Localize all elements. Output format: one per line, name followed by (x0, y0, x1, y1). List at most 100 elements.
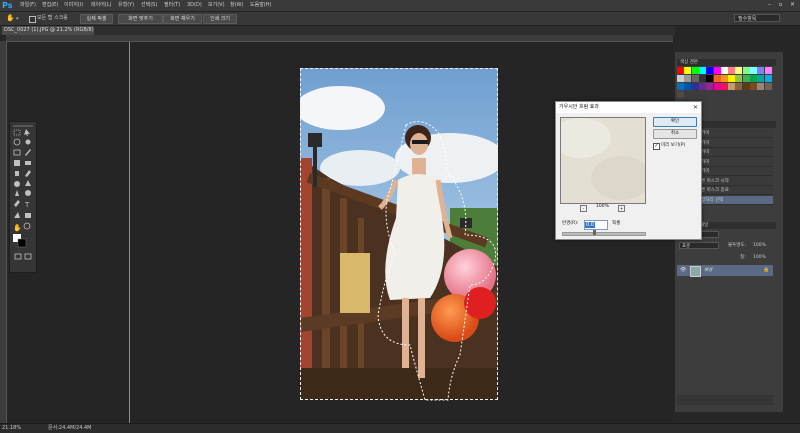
scroll-all-checkbox[interactable] (29, 16, 36, 23)
opacity-value[interactable]: 100% (753, 242, 766, 249)
swatch[interactable] (750, 75, 757, 82)
swatch[interactable] (684, 75, 692, 82)
close-icon[interactable]: ✕ (693, 102, 698, 113)
menu-layer[interactable]: 레이어(L) (91, 0, 112, 11)
swatch[interactable] (691, 83, 699, 90)
swatch[interactable] (764, 75, 772, 82)
swatch[interactable] (691, 67, 699, 74)
close-icon[interactable]: ✕ (788, 1, 797, 9)
swatches-panel-header[interactable]: 색상 견본 (677, 59, 776, 66)
ok-button[interactable]: 확인 (653, 117, 697, 127)
menu-view[interactable]: 보기(V) (208, 0, 225, 11)
swatch[interactable] (713, 67, 721, 74)
swatch[interactable] (728, 75, 736, 82)
swatch[interactable] (742, 83, 750, 90)
zoom-in-button[interactable]: + (618, 205, 625, 212)
swatch[interactable] (706, 75, 714, 82)
fill-value[interactable]: 100% (753, 254, 766, 261)
swatch[interactable] (742, 67, 750, 74)
swatch[interactable] (757, 67, 765, 74)
swatch[interactable] (720, 67, 728, 74)
swatch[interactable] (757, 83, 765, 90)
horizontal-ruler[interactable] (6, 35, 673, 42)
maximize-icon[interactable]: ▫ (776, 1, 785, 9)
swatch[interactable] (735, 83, 743, 90)
fit-screen-button[interactable]: 화면 맞추기 (118, 14, 163, 24)
hand-tool-icon[interactable]: ✋ (6, 14, 15, 22)
opacity-label: 불투명도: (728, 243, 747, 248)
tools-panel: T ✋ (9, 121, 37, 273)
swatch[interactable] (728, 83, 736, 90)
swatch[interactable] (728, 67, 736, 74)
minimize-icon[interactable]: – (765, 1, 774, 9)
tool-icons: T ✋ (13, 125, 33, 260)
actual-pixels-button[interactable]: 실제 픽셀 (80, 14, 113, 24)
swatch[interactable] (684, 67, 692, 74)
dialog-title: 가우시안 흐림 효과 (556, 102, 701, 113)
preview-texture (561, 118, 645, 203)
swatch[interactable] (684, 83, 692, 90)
swatch[interactable] (677, 67, 684, 74)
lock-icon: 🔒 (763, 267, 770, 273)
guide-line[interactable] (129, 42, 130, 423)
swatch[interactable] (713, 75, 721, 82)
tab-strip (0, 26, 675, 35)
menu-select[interactable]: 선택(S) (141, 0, 157, 11)
swatch[interactable] (735, 75, 743, 82)
swatch[interactable] (720, 75, 728, 82)
swatch[interactable] (742, 75, 750, 82)
print-size-button[interactable]: 인쇄 크기 (203, 14, 237, 24)
swatch[interactable] (677, 75, 684, 82)
radius-label: 반경(R): (562, 221, 579, 226)
document-tab[interactable]: DSC_0027 (1).JPG @ 21.2% (RGB/8) * (2, 26, 94, 35)
selection-outline (377, 121, 497, 401)
dialog-preview[interactable] (560, 117, 646, 204)
swatch[interactable] (698, 83, 706, 90)
swatch[interactable] (764, 83, 772, 90)
swatch[interactable] (757, 75, 765, 82)
cancel-button[interactable]: 취소 (653, 129, 697, 139)
swatch[interactable] (706, 83, 714, 90)
workspace-select[interactable]: 필수항목 (734, 14, 780, 22)
eye-icon[interactable]: 👁 (680, 268, 686, 273)
menu-type[interactable]: 유형(Y) (118, 0, 134, 11)
swatch[interactable] (691, 75, 699, 82)
radius-input[interactable]: 0.0 (584, 220, 608, 230)
zoom-out-button[interactable]: - (580, 205, 587, 212)
fill-screen-button[interactable]: 화면 채우기 (163, 14, 202, 24)
layer-row[interactable]: 👁 배경 🔒 (677, 265, 773, 277)
menu-edit[interactable]: 편집(E) (42, 0, 58, 11)
options-bar: ✋ ▾ 모든 탭 스크롤 실제 픽셀 화면 맞추기 화면 채우기 인쇄 크기 필… (0, 12, 800, 26)
swatch[interactable] (677, 91, 684, 98)
blend-mode-select[interactable]: 표준 (679, 242, 719, 249)
radius-slider-thumb[interactable] (593, 230, 596, 235)
menu-filter[interactable]: 필터(T) (164, 0, 180, 11)
swatch[interactable] (720, 83, 728, 90)
menu-help[interactable]: 도움말(H) (250, 0, 271, 11)
swatch[interactable] (677, 83, 684, 90)
swatch[interactable] (698, 75, 706, 82)
gaussian-blur-dialog: 가우시안 흐림 효과 ✕ - 100% + 확인 취소 ✓ 미리 보기(P) 반… (555, 101, 702, 240)
radius-slider[interactable] (562, 232, 646, 236)
photoshop-logo: Ps (2, 1, 13, 10)
preview-label: 미리 보기(P) (661, 143, 686, 148)
svg-text:T: T (24, 201, 30, 209)
swatch[interactable] (698, 67, 706, 74)
tool-preset-chevron-icon[interactable]: ▾ (16, 16, 19, 22)
radius-unit: 픽셀 (612, 221, 621, 226)
swatch[interactable] (735, 67, 743, 74)
menu-3d[interactable]: 3D(D) (187, 0, 202, 11)
preview-checkbox[interactable]: ✓ (653, 143, 660, 150)
swatch[interactable] (750, 67, 757, 74)
menu-image[interactable]: 이미지(I) (64, 0, 83, 11)
swatch[interactable] (764, 67, 772, 74)
swatch[interactable] (713, 83, 721, 90)
svg-text:✋: ✋ (13, 223, 22, 232)
fill-label: 칠: (740, 255, 746, 260)
swatch[interactable] (750, 83, 757, 90)
swatch[interactable] (706, 67, 714, 74)
menu-file[interactable]: 파일(F) (20, 0, 36, 11)
menu-window[interactable]: 창(W) (230, 0, 243, 11)
vertical-ruler[interactable] (0, 41, 7, 423)
preview-zoom: 100% (596, 204, 609, 209)
